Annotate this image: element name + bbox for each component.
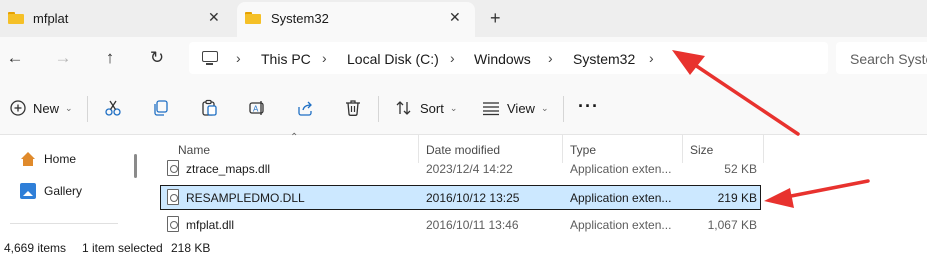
file-explorer-window: mfplat ✕ System32 ✕ + ← → ↑ ↻ › This PC … (0, 0, 927, 257)
annotation-arrows (672, 50, 870, 208)
annotation-arrow-selected-file (764, 179, 870, 208)
annotation-arrow-breadcrumb (672, 50, 800, 136)
